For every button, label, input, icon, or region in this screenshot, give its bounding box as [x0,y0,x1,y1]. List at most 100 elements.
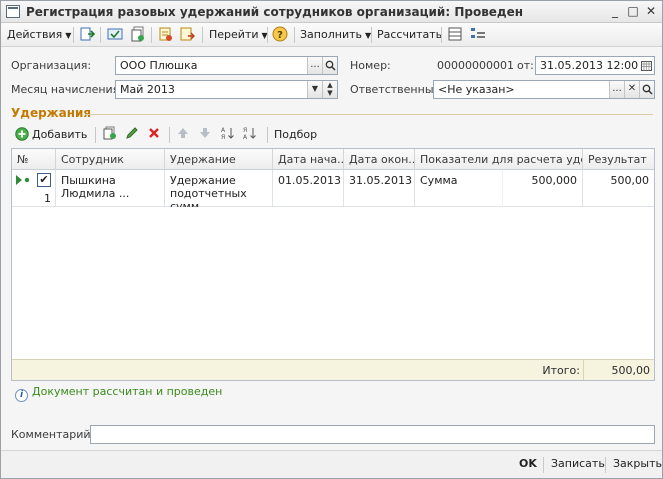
table-header: № Сотрудник Удержание Дата нача... Дата … [12,149,654,170]
table-toolbar: Добавить AЯ ЯA Подбор [11,124,654,146]
status-message: i Документ рассчитан и проведен [15,385,222,402]
responsible-select-button[interactable]: ... [609,81,624,98]
save-button[interactable]: Записать [551,457,605,470]
bottom-bar: OK Записать Закрыть [1,450,662,478]
add-label: Добавить [32,128,88,141]
help-icon[interactable]: ? [271,26,289,44]
comment-label: Комментарий: [11,428,95,441]
month-value: Май 2013 [120,83,175,96]
row-marker-icon [16,175,30,185]
month-dropdown-button[interactable]: ▼ [307,81,322,98]
goto-label: Перейти [209,28,259,41]
toolbar-divider [202,27,203,43]
button-divider [543,457,544,473]
post-icon[interactable] [106,26,124,44]
button-divider [605,457,606,473]
month-label: Месяц начисления: [11,83,123,96]
add-row-button[interactable]: Добавить [15,127,87,143]
spin-up-icon[interactable]: ▲ [323,81,337,89]
column-header-indicators[interactable]: Показатели для расчета удер... [415,149,583,170]
clear-icon[interactable]: ✕ [624,81,639,98]
section-title: Удержания [11,106,92,120]
org-field[interactable]: ООО Плюшка [115,56,338,75]
maximize-button[interactable]: □ [625,4,641,19]
info-icon: i [15,389,28,402]
toolbar-divider [169,127,170,143]
row-checkbox[interactable]: ✔ [37,173,51,187]
calculate-button[interactable]: Рассчитать [377,27,442,43]
toolbar-divider [267,127,268,143]
month-spinner[interactable]: ▲ ▼ [322,81,337,98]
post-and-close-icon[interactable] [78,26,96,44]
ok-button[interactable]: OK [519,457,537,470]
fill-menu[interactable]: Заполнить ▼ [300,27,371,43]
main-toolbar: Действия ▼ Перейти ▼ ? Заполнить ▼ Рассч… [1,23,662,47]
column-header-date-start[interactable]: Дата нача... [273,149,344,170]
toolbar-divider [371,27,372,43]
toolbar-divider [100,27,101,43]
toolbar-divider [95,127,96,143]
column-header-employee[interactable]: Сотрудник [56,149,165,170]
row-number-cell: ✔ 1 [12,170,56,207]
copy-document-icon[interactable] [129,26,147,44]
document-icon [6,5,20,18]
table-footer: Итого: 500,00 [12,359,654,380]
result-cell: 500,00 [610,174,650,187]
edit-pencil-icon[interactable] [123,126,141,144]
title-bar: Регистрация разовых удержаний сотруднико… [1,1,662,23]
comment-field[interactable] [90,425,655,444]
close-window-button[interactable]: ✕ [643,4,659,19]
delete-icon[interactable] [145,126,163,144]
month-field[interactable]: Май 2013 [115,80,338,99]
number-label: Номер: [350,59,391,72]
actions-menu[interactable]: Действия ▼ [7,27,71,43]
goto-menu[interactable]: Перейти ▼ [209,27,268,43]
date-field[interactable]: 31.05.2013 12:00:00 [535,56,655,75]
select-button[interactable]: Подбор [274,127,317,143]
svg-text:A: A [243,134,248,140]
search-icon[interactable] [639,81,654,98]
svg-text:Я: Я [243,127,247,134]
fill-label: Заполнить [300,28,362,41]
org-select-button[interactable]: ... [307,57,322,74]
list-view-icon[interactable] [446,26,464,44]
deduction-cell: Удержание подотчетных сумм [165,170,273,207]
movements-icon[interactable] [178,26,196,44]
date-start-cell: 01.05.2013 [273,170,344,207]
org-label: Организация: [11,59,92,72]
minimize-button[interactable]: _ [607,4,623,19]
column-header-number[interactable]: № [12,149,56,170]
svg-text:A: A [221,127,226,134]
add-icon [15,127,29,141]
chevron-down-icon: ▼ [311,84,319,93]
org-value: ООО Плюшка [120,59,198,72]
close-button[interactable]: Закрыть [613,457,662,470]
actions-label: Действия [7,28,63,41]
move-up-icon[interactable] [174,126,192,144]
section-divider [85,114,653,115]
spin-down-icon[interactable]: ▼ [323,89,337,97]
indicator-value-cell: 500,000 [503,170,583,207]
column-header-date-end[interactable]: Дата окон... [344,149,415,170]
sort-ascending-icon[interactable]: AЯ [219,126,237,144]
deductions-table: № Сотрудник Удержание Дата нача... Дата … [11,148,655,381]
total-label: Итого: [542,364,580,377]
row-number: 1 [44,192,51,205]
responsible-label: Ответственный: [350,83,445,96]
toolbar-divider [294,27,295,43]
column-header-result[interactable]: Результат [583,149,654,170]
search-icon[interactable] [322,57,337,74]
number-value: 00000000001 [437,59,514,72]
based-on-icon[interactable] [156,26,174,44]
calendar-icon[interactable] [639,57,654,74]
total-value: 500,00 [611,364,651,377]
toolbar-divider [441,27,442,43]
sort-descending-icon[interactable]: ЯA [241,126,259,144]
structure-icon[interactable] [469,26,487,44]
indicator-name-cell: Сумма [415,170,503,207]
table-row[interactable]: ✔ 1 Пышкина Людмила ... Удержание подотч… [12,170,654,207]
column-header-deduction[interactable]: Удержание [165,149,273,170]
svg-text:?: ? [277,30,283,41]
move-down-icon[interactable] [196,126,214,144]
copy-row-icon[interactable] [101,126,119,144]
